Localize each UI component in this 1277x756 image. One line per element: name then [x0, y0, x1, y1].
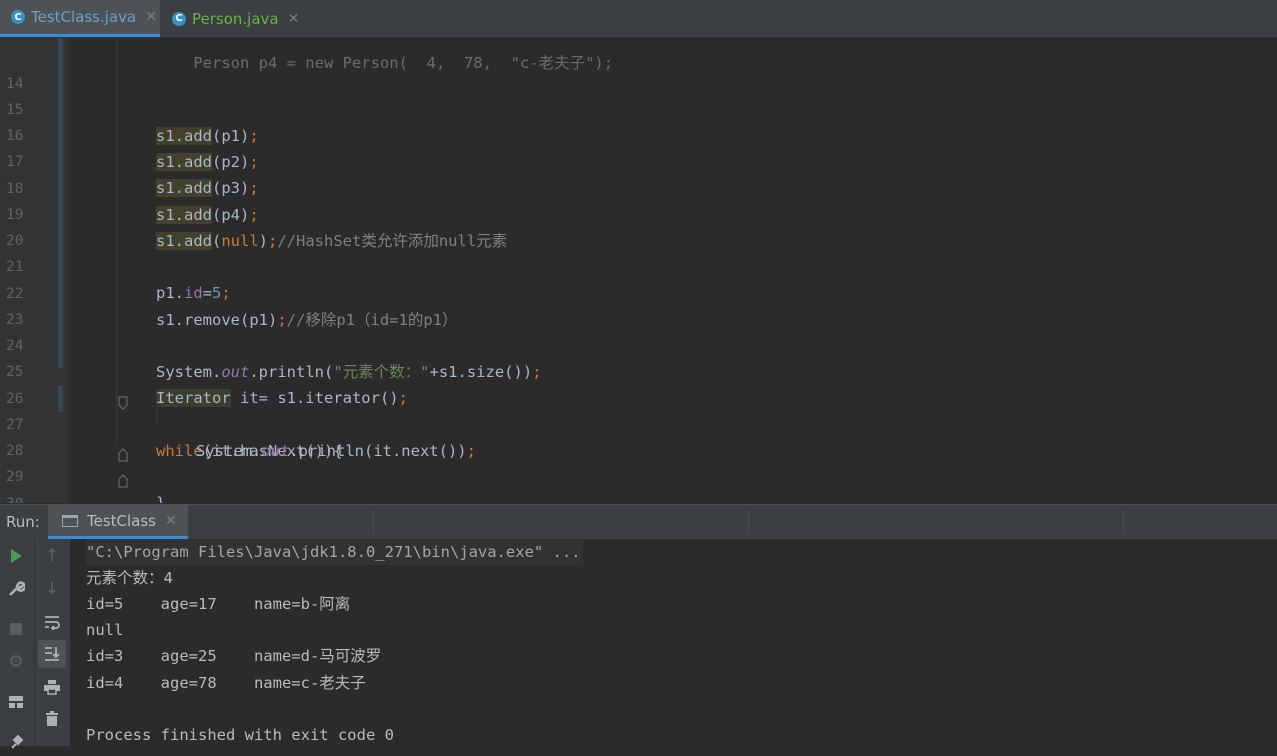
code-line: 22 s1.remove(p1);//移除p1（id=1的p1） — [0, 255, 1277, 329]
run-tool-window-header: Run: TestClass ✕ — [0, 504, 1277, 540]
gear-icon[interactable]: ⚙ — [2, 648, 30, 676]
code-line: 29 } — [0, 438, 1277, 488]
editor-tab-bar: C TestClass.java ✕ C Person.java ✕ — [0, 0, 1277, 38]
tab-label: Person.java — [192, 9, 279, 28]
close-icon[interactable]: ✕ — [288, 11, 300, 27]
run-label: Run: — [6, 513, 40, 531]
code-line: 31 — [0, 491, 1277, 503]
code-line: 30 } — [0, 465, 1277, 503]
divider — [34, 539, 35, 746]
tab-testclass[interactable]: C TestClass.java ✕ — [0, 0, 160, 37]
tab-person[interactable]: C Person.java ✕ — [172, 0, 312, 37]
close-icon[interactable]: ✕ — [145, 9, 157, 25]
tab-label: TestClass.java — [31, 8, 137, 26]
code-line: 18 s1.add(p4); — [0, 150, 1277, 224]
run-tab-label: TestClass — [87, 511, 157, 530]
code-line: 14 — [0, 45, 1277, 92]
console-line: id=3 age=25 name=d-马可波罗 — [86, 647, 382, 665]
code-line: 21 p1.id=5; — [0, 228, 1277, 302]
code-line: 25 Iterator it= s1.iterator(); — [0, 333, 1277, 407]
close-icon[interactable]: ✕ — [165, 513, 177, 529]
code-editor[interactable]: Person p4 = new Person( 4, 78, "c-老夫子");… — [0, 38, 1277, 503]
run-icon[interactable] — [2, 542, 30, 570]
trash-icon[interactable] — [38, 705, 66, 733]
arrow-up-icon[interactable]: ↑ — [38, 542, 66, 570]
console-icon — [62, 514, 78, 527]
console-line: id=4 age=78 name=c-老夫子 — [86, 674, 366, 692]
pin-icon[interactable] — [2, 728, 30, 756]
console-command-line: "C:\Program Files\Java\jdk1.8.0_271\bin\… — [86, 539, 583, 565]
code-line: 23 — [0, 281, 1277, 328]
fold-icon[interactable] — [61, 366, 128, 410]
scroll-to-end-icon[interactable] — [38, 640, 66, 668]
java-class-icon: C — [172, 11, 186, 26]
code-line: 20 — [0, 202, 1277, 249]
arrow-down-icon[interactable]: ↓ — [38, 575, 66, 603]
code-line: 15 s1.add(p1); — [0, 71, 1277, 145]
console-line: id=5 age=17 name=b-阿离 — [86, 595, 351, 613]
code-line: 28 } — [0, 412, 1277, 503]
stop-icon[interactable] — [2, 615, 30, 643]
code-line: 16 s1.add(p2); — [0, 97, 1277, 171]
divider — [1123, 511, 1124, 533]
code-line: 27 System.out.println(it.next()); — [0, 386, 1277, 460]
java-class-icon: C — [11, 10, 25, 24]
code-line: 19 s1.add(null);//HashSet类允许添加null元素 — [0, 176, 1277, 250]
console-exit-line: Process finished with exit code 0 — [86, 726, 394, 744]
run-toolbar: ⚙ ↑ ↓ — [0, 539, 70, 749]
code-line: 17 s1.add(p3); — [0, 123, 1277, 197]
soft-wrap-icon[interactable] — [38, 608, 66, 636]
code-line: 26 while(it.hasNext()){ — [0, 360, 1277, 460]
wrench-icon[interactable] — [2, 575, 30, 603]
fold-icon[interactable] — [61, 418, 128, 462]
print-icon[interactable] — [38, 673, 66, 701]
console-output[interactable]: "C:\Program Files\Java\jdk1.8.0_271\bin\… — [70, 539, 1277, 746]
divider — [373, 511, 374, 533]
fold-icon[interactable] — [61, 444, 128, 488]
code-line: 24 System.out.println("元素个数："+s1.size())… — [0, 307, 1277, 381]
console-line: 元素个数：4 — [86, 569, 173, 587]
layout-icon[interactable] — [2, 688, 30, 716]
console-line: null — [86, 621, 124, 639]
run-tab-testclass[interactable]: TestClass ✕ — [48, 505, 188, 539]
divider — [748, 511, 749, 533]
